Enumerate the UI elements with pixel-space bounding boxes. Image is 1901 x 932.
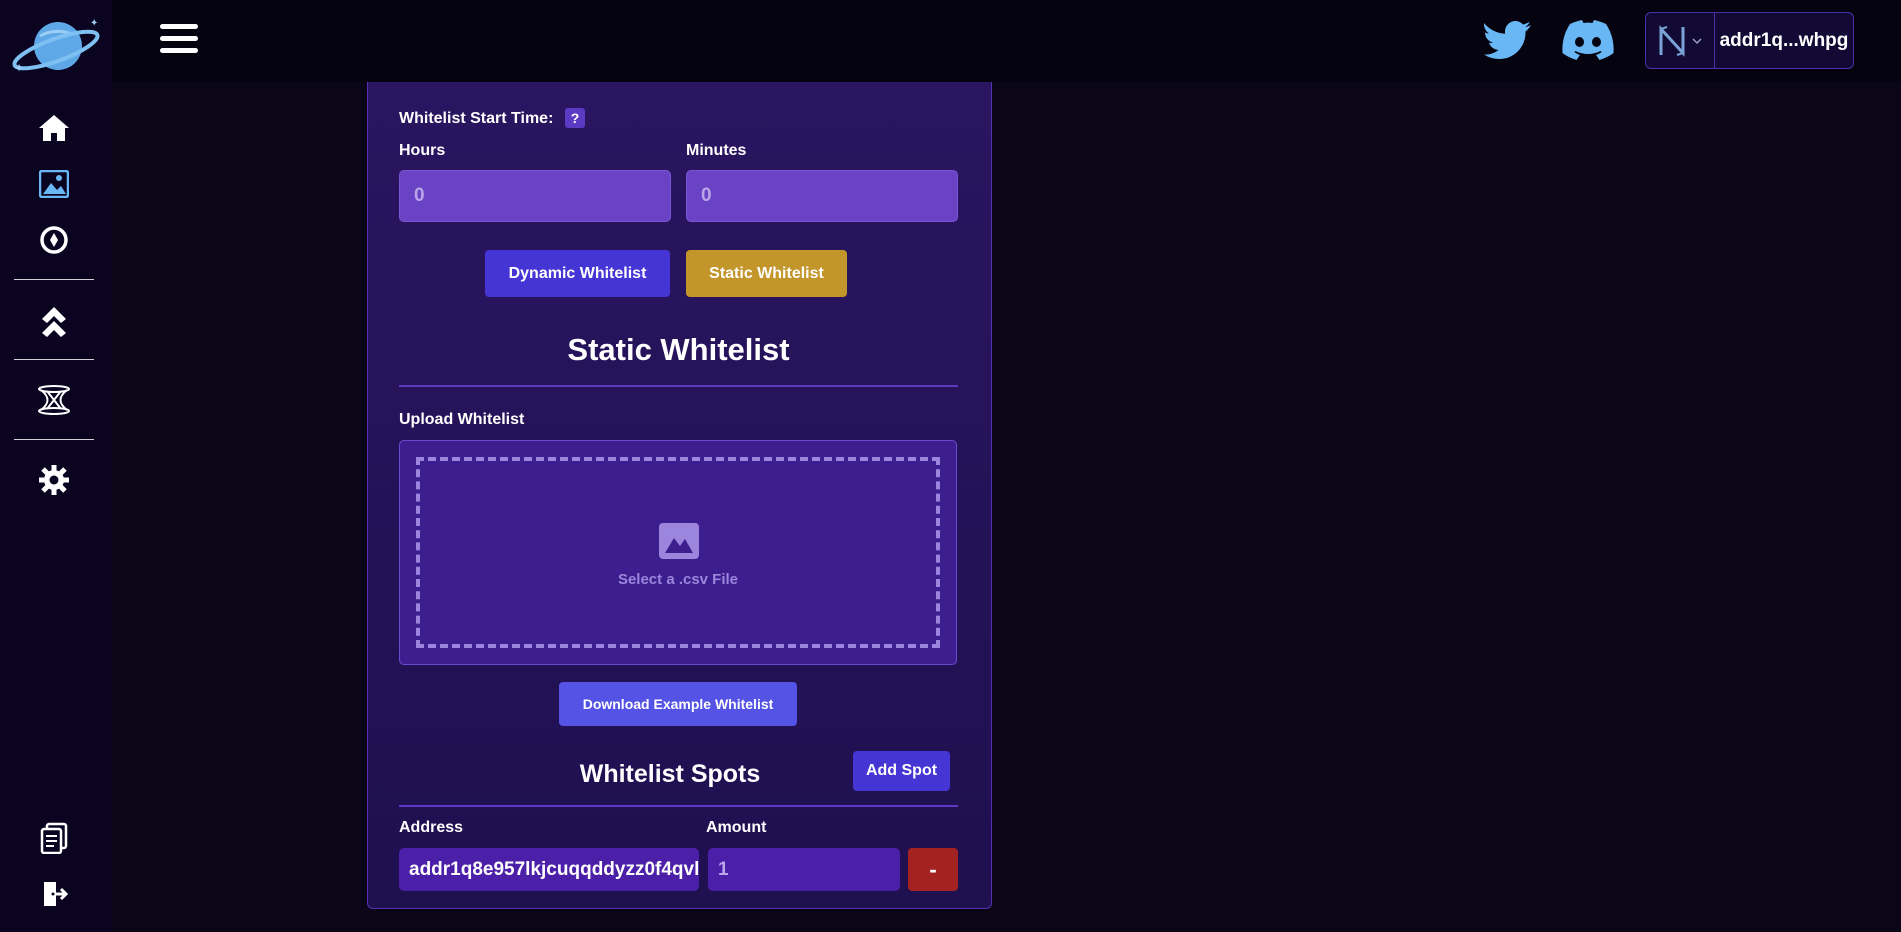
twitter-icon[interactable]: [1483, 18, 1532, 62]
address-input[interactable]: addr1q8e957lkjcuqqddyzz0f4qvl: [399, 848, 699, 891]
minutes-input[interactable]: 0: [686, 170, 958, 222]
remove-spot-button[interactable]: -: [908, 848, 958, 891]
hours-label: Hours: [399, 142, 446, 159]
svg-text:✦: ✦: [14, 61, 24, 75]
sidebar-divider: [14, 359, 94, 360]
top-bar: [112, 0, 1901, 82]
minutes-label: Minutes: [686, 142, 747, 159]
image-placeholder-icon: [659, 523, 699, 564]
section-title: Static Whitelist: [567, 332, 790, 367]
amount-label: Amount: [706, 819, 767, 836]
download-example-button[interactable]: Download Example Whitelist: [559, 682, 797, 726]
sidebar-divider: [14, 279, 94, 280]
wallet-address: addr1q...whpg: [1719, 29, 1849, 51]
sidebar: ✦ ✦: [0, 0, 112, 932]
compass-icon[interactable]: [36, 222, 72, 258]
spots-divider: [399, 805, 958, 807]
discord-icon[interactable]: [1562, 20, 1614, 62]
whitelist-start-label: Whitelist Start Time:: [399, 110, 554, 127]
home-icon[interactable]: [36, 110, 72, 146]
hours-input[interactable]: 0: [399, 170, 671, 222]
upload-hint: Select a .csv File: [617, 571, 739, 588]
menu-icon[interactable]: [160, 24, 198, 54]
upload-whitelist-label: Upload Whitelist: [399, 411, 525, 428]
sidebar-divider: [14, 439, 94, 440]
wallet-connect-button[interactable]: addr1q...whpg: [1645, 12, 1854, 69]
wallet-network-selector[interactable]: [1646, 13, 1715, 68]
amount-input[interactable]: 1: [708, 848, 900, 891]
bridge-icon[interactable]: [36, 382, 72, 418]
nami-wallet-icon: [1659, 24, 1685, 57]
section-divider: [399, 385, 958, 387]
documents-icon[interactable]: [36, 820, 72, 856]
whitelist-spots-title: Whitelist Spots: [579, 760, 761, 788]
static-whitelist-button[interactable]: Static Whitelist: [686, 250, 847, 297]
svg-text:✦: ✦: [90, 18, 98, 29]
gear-icon[interactable]: [36, 462, 72, 498]
chevron-down-icon: [1692, 37, 1702, 44]
image-icon[interactable]: [36, 166, 72, 202]
address-label: Address: [399, 819, 464, 836]
dynamic-whitelist-button[interactable]: Dynamic Whitelist: [485, 250, 670, 297]
help-button[interactable]: ?: [565, 108, 585, 128]
chevrons-up-icon[interactable]: [36, 302, 72, 338]
add-spot-button[interactable]: Add Spot: [853, 751, 950, 791]
planet-logo-icon[interactable]: ✦ ✦: [8, 14, 104, 78]
logout-icon[interactable]: [36, 876, 72, 912]
csv-dropzone[interactable]: Select a .csv File: [399, 440, 957, 665]
